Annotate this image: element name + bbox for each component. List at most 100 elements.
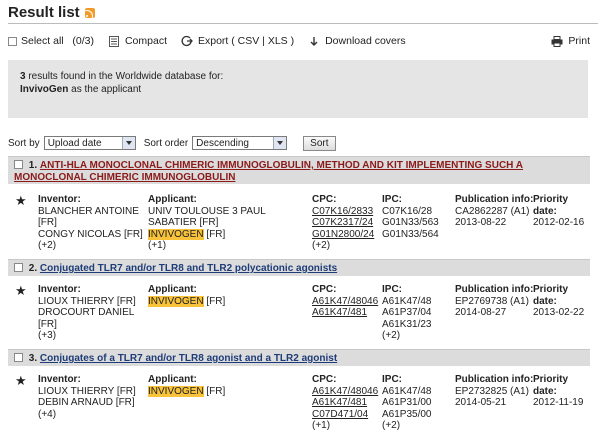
- publication-date: 2014-08-27: [455, 307, 507, 318]
- sort-by-select[interactable]: Upload date: [43, 136, 136, 150]
- publication-column: Publication info: EP2732825 (A1) 2014-05…: [455, 374, 535, 409]
- export-label: Export: [197, 35, 229, 47]
- inventor-column: Inventor: BLANCHER ANTOINE [FR] CONGY NI…: [38, 194, 148, 252]
- applicant-highlight: INVIVOGEN: [148, 228, 204, 240]
- publication-number: EP2769738 (A1): [455, 295, 529, 307]
- compact-button[interactable]: Compact: [108, 35, 167, 47]
- publication-date: 2013-08-22: [455, 217, 507, 228]
- applicant-name: UNIV TOULOUSE 3 PAUL: [148, 205, 266, 217]
- applicant-more[interactable]: (+1): [148, 240, 308, 252]
- cpc-link[interactable]: A61K47/48046: [312, 296, 382, 308]
- inventor-column: Inventor: LIOUX THIERRY [FR] DEBIN ARNAU…: [38, 374, 148, 420]
- select-all-control[interactable]: Select all (0/3): [8, 35, 94, 47]
- result-title-link[interactable]: Conjugated TLR7 and/or TLR8 and TLR2 pol…: [40, 263, 337, 274]
- sort-order-label: Sort order: [143, 137, 189, 149]
- toolbar: Select all (0/3) Compact Export ( CSV | …: [8, 32, 598, 50]
- inventor-label: Inventor:: [38, 194, 81, 205]
- cpc-column: CPC: A61K47/48046 A61K47/481: [312, 284, 382, 319]
- ipc-code: A61K47/48: [382, 295, 432, 307]
- query-term: InvivoGen: [20, 84, 69, 95]
- priority-column: Priority date: 2012-11-19: [533, 374, 593, 409]
- result-row-2: ★ Inventor: LIOUX THIERRY [FR] DROCOURT …: [8, 284, 590, 342]
- ipc-column: IPC: C07K16/28 G01N33/563 G01N33/564: [382, 194, 452, 240]
- download-covers-label: Download covers: [325, 35, 406, 47]
- summary-line-1: 3 results found in the Worldwide databas…: [20, 70, 576, 83]
- result-number: 2.: [28, 263, 38, 274]
- sort-order-value: Descending: [196, 137, 249, 149]
- publication-column: Publication info: CA2862287 (A1) 2013-08…: [455, 194, 535, 229]
- result-title-link[interactable]: ANTI-HLA MONOCLONAL CHIMERIC IMMUNOGLOBU…: [14, 160, 523, 183]
- sort-button[interactable]: Sort: [303, 135, 336, 151]
- cpc-link[interactable]: C07D471/04: [312, 409, 382, 421]
- print-button[interactable]: Print: [551, 35, 590, 47]
- printer-icon: [551, 35, 563, 47]
- ipc-more[interactable]: (+2): [382, 330, 452, 342]
- cpc-link[interactable]: C07K2317/24: [312, 217, 382, 229]
- priority-column: Priority date: 2012-02-16: [533, 194, 593, 229]
- applicant-label: Applicant:: [148, 374, 197, 385]
- inventor-name: CONGY NICOLAS [FR]: [38, 228, 143, 240]
- publication-date: 2014-05-21: [455, 397, 507, 408]
- export-formats[interactable]: ( CSV | XLS ): [231, 35, 294, 47]
- result-title-link[interactable]: Conjugates of a TLR7 and/or TLR8 agonist…: [40, 353, 337, 364]
- applicant-column: Applicant: INVIVOGEN [FR]: [148, 284, 308, 307]
- priority-date: 2012-11-19: [533, 397, 584, 408]
- ipc-code: A61P35/00: [382, 408, 432, 420]
- result-checkbox[interactable]: [14, 263, 23, 272]
- cpc-link[interactable]: A61K47/48046: [312, 386, 382, 398]
- cpc-more[interactable]: (+2): [312, 240, 382, 252]
- inventor-name: BLANCHER ANTOINE: [38, 205, 139, 217]
- cpc-more[interactable]: (+1): [312, 420, 382, 432]
- sort-order-select[interactable]: Descending: [192, 136, 288, 150]
- export-button[interactable]: Export ( CSV | XLS ): [181, 35, 294, 47]
- summary-text: results found in the Worldwide database …: [25, 71, 224, 82]
- cpc-link[interactable]: G01N2800/24: [312, 229, 382, 241]
- inventor-name: [FR]: [38, 217, 57, 228]
- cpc-link[interactable]: A61K47/481: [312, 307, 382, 319]
- applicant-country: [FR]: [203, 295, 226, 307]
- inventor-name: DROCOURT DANIEL: [38, 307, 135, 318]
- page-title: Result list: [8, 3, 80, 21]
- priority-label: Priority date:: [533, 284, 569, 307]
- result-checkbox[interactable]: [14, 353, 23, 362]
- select-all-label: Select all: [21, 35, 64, 47]
- ipc-code: A61P37/04: [382, 307, 432, 318]
- ipc-column: IPC: A61K47/48 A61P37/04 A61K31/23 (+2): [382, 284, 452, 342]
- publication-label: Publication info:: [455, 374, 534, 385]
- priority-column: Priority date: 2013-02-22: [533, 284, 593, 319]
- inventor-name: [FR]: [38, 318, 57, 330]
- result-row-1: ★ Inventor: BLANCHER ANTOINE [FR] CONGY …: [8, 194, 590, 252]
- cpc-label: CPC:: [312, 374, 337, 385]
- applicant-country: [FR]: [203, 228, 226, 240]
- applicant-highlight: INVIVOGEN: [148, 295, 204, 307]
- results-summary: 3 results found in the Worldwide databas…: [8, 60, 588, 118]
- inventor-more[interactable]: (+4): [38, 409, 148, 421]
- star-icon[interactable]: ★: [15, 284, 27, 297]
- select-all-checkbox[interactable]: [8, 36, 17, 46]
- result-header-1: 1. ANTI-HLA MONOCLONAL CHIMERIC IMMUNOGL…: [8, 156, 590, 184]
- result-number: 1.: [28, 160, 38, 171]
- inventor-more[interactable]: (+3): [38, 330, 148, 342]
- priority-date: 2013-02-22: [533, 307, 585, 318]
- rss-icon[interactable]: [84, 7, 95, 18]
- applicant-column: Applicant: INVIVOGEN [FR]: [148, 374, 308, 397]
- cpc-column: CPC: C07K16/2833 C07K2317/24 G01N2800/24…: [312, 194, 382, 252]
- download-covers-button[interactable]: Download covers: [308, 35, 406, 47]
- ipc-more[interactable]: (+2): [382, 420, 452, 432]
- result-checkbox[interactable]: [14, 160, 23, 169]
- inventor-label: Inventor:: [38, 374, 81, 385]
- cpc-link[interactable]: A61K47/481: [312, 397, 382, 409]
- page-header: Result list: [8, 0, 598, 24]
- applicant-column: Applicant: UNIV TOULOUSE 3 PAUL SABATIER…: [148, 194, 308, 252]
- export-icon: [181, 35, 193, 47]
- publication-number: EP2732825 (A1): [455, 385, 529, 397]
- star-icon[interactable]: ★: [15, 374, 27, 387]
- sort-by-label: Sort by: [8, 137, 40, 149]
- ipc-code: G01N33/563: [382, 217, 439, 228]
- ipc-code: C07K16/28: [382, 205, 433, 217]
- inventor-more[interactable]: (+2): [38, 240, 148, 252]
- sort-by-value: Upload date: [47, 137, 102, 149]
- chevron-down-icon: [121, 137, 135, 149]
- cpc-link[interactable]: C07K16/2833: [312, 206, 382, 218]
- star-icon[interactable]: ★: [15, 194, 27, 207]
